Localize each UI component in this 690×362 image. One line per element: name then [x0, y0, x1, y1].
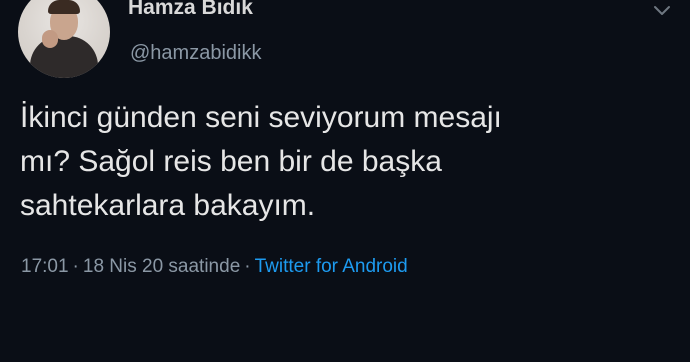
tweet-date[interactable]: 18 Nis 20 saatinde	[83, 256, 240, 277]
avatar-hand-shape	[42, 30, 58, 48]
tweet-source-link[interactable]: Twitter for Android	[255, 256, 408, 277]
tweet-text-line: İkinci günden seni seviyorum mesajı	[20, 101, 502, 134]
tweet-text-line: sahtekarlara bakayım.	[20, 189, 316, 222]
tweet-text-line: mı? Sağol reis ben bir de başka	[20, 145, 442, 178]
avatar-body-shape	[30, 36, 98, 78]
tweet-meta: 17:01 · 18 Nis 20 saatinde · Twitter for And…	[21, 256, 408, 278]
tweet-time[interactable]: 17:01	[21, 256, 69, 277]
avatar[interactable]	[18, 0, 110, 78]
avatar-hair-shape	[48, 0, 80, 14]
tweet-text: İkinci günden seni seviyorum mesajı mı? …	[20, 96, 670, 228]
author-display-name[interactable]: Hamza Bıdık	[128, 0, 253, 20]
chevron-down-icon[interactable]	[652, 4, 672, 18]
author-handle[interactable]: @hamzabidikk	[130, 42, 261, 65]
tweet-card: Hamza Bıdık @hamzabidikk İkinci günden s…	[0, 0, 690, 362]
meta-separator: ·	[72, 256, 79, 277]
meta-separator: ·	[244, 256, 251, 277]
